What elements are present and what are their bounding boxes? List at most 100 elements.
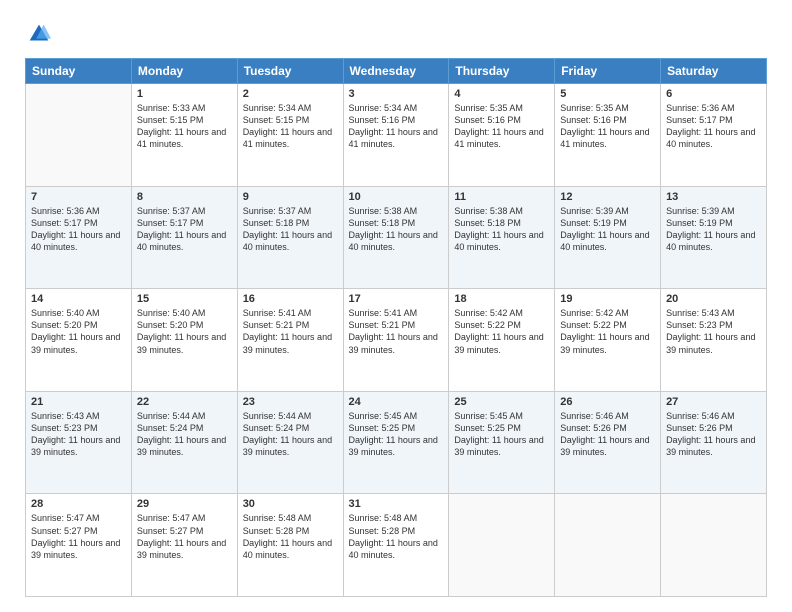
- column-header-sunday: Sunday: [26, 59, 132, 84]
- day-info: Sunrise: 5:35 AMSunset: 5:16 PMDaylight:…: [560, 102, 655, 151]
- calendar-cell: [661, 494, 767, 597]
- column-header-tuesday: Tuesday: [237, 59, 343, 84]
- day-info: Sunrise: 5:46 AMSunset: 5:26 PMDaylight:…: [666, 410, 761, 459]
- calendar-cell: 22 Sunrise: 5:44 AMSunset: 5:24 PMDayligh…: [131, 391, 237, 494]
- header: [25, 20, 767, 48]
- day-number: 14: [31, 293, 126, 305]
- day-info: Sunrise: 5:38 AMSunset: 5:18 PMDaylight:…: [454, 205, 549, 254]
- day-number: 12: [560, 191, 655, 203]
- column-header-saturday: Saturday: [661, 59, 767, 84]
- day-info: Sunrise: 5:46 AMSunset: 5:26 PMDaylight:…: [560, 410, 655, 459]
- day-number: 4: [454, 88, 549, 100]
- calendar-cell: 27 Sunrise: 5:46 AMSunset: 5:26 PMDayligh…: [661, 391, 767, 494]
- calendar-cell: 29Sunrise: 5:47 AMSunset: 5:27 PMDayligh…: [131, 494, 237, 597]
- day-number: 3: [349, 88, 444, 100]
- calendar-cell: 3 Sunrise: 5:34 AMSunset: 5:16 PMDaylight…: [343, 84, 449, 187]
- day-info: Sunrise: 5:48 AMSunset: 5:28 PMDaylight:…: [349, 512, 444, 561]
- day-info: Sunrise: 5:36 AMSunset: 5:17 PMDaylight:…: [666, 102, 761, 151]
- day-info: Sunrise: 5:33 AMSunset: 5:15 PMDaylight:…: [137, 102, 232, 151]
- calendar-cell: 2 Sunrise: 5:34 AMSunset: 5:15 PMDaylight…: [237, 84, 343, 187]
- calendar-cell: 8 Sunrise: 5:37 AMSunset: 5:17 PMDaylight…: [131, 186, 237, 289]
- calendar-cell: 28Sunrise: 5:47 AMSunset: 5:27 PMDayligh…: [26, 494, 132, 597]
- day-info: Sunrise: 5:48 AMSunset: 5:28 PMDaylight:…: [243, 512, 338, 561]
- day-info: Sunrise: 5:37 AMSunset: 5:17 PMDaylight:…: [137, 205, 232, 254]
- day-info: Sunrise: 5:36 AMSunset: 5:17 PMDaylight:…: [31, 205, 126, 254]
- day-info: Sunrise: 5:42 AMSunset: 5:22 PMDaylight:…: [560, 307, 655, 356]
- day-info: Sunrise: 5:38 AMSunset: 5:18 PMDaylight:…: [349, 205, 444, 254]
- calendar-cell: 14 Sunrise: 5:40 AMSunset: 5:20 PMDayligh…: [26, 289, 132, 392]
- day-number: 15: [137, 293, 232, 305]
- day-info: Sunrise: 5:39 AMSunset: 5:19 PMDaylight:…: [560, 205, 655, 254]
- logo-icon: [25, 20, 53, 48]
- day-number: 5: [560, 88, 655, 100]
- calendar-cell: 19Sunrise: 5:42 AMSunset: 5:22 PMDayligh…: [555, 289, 661, 392]
- calendar-cell: [26, 84, 132, 187]
- day-number: 10: [349, 191, 444, 203]
- day-number: 11: [454, 191, 549, 203]
- calendar-cell: 25 Sunrise: 5:45 AMSunset: 5:25 PMDayligh…: [449, 391, 555, 494]
- day-info: Sunrise: 5:40 AMSunset: 5:20 PMDaylight:…: [31, 307, 126, 356]
- calendar-cell: [555, 494, 661, 597]
- day-info: Sunrise: 5:39 AMSunset: 5:19 PMDaylight:…: [666, 205, 761, 254]
- calendar-cell: 6Sunrise: 5:36 AMSunset: 5:17 PMDaylight…: [661, 84, 767, 187]
- day-info: Sunrise: 5:42 AMSunset: 5:22 PMDaylight:…: [454, 307, 549, 356]
- calendar-cell: 1 Sunrise: 5:33 AMSunset: 5:15 PMDaylight…: [131, 84, 237, 187]
- day-number: 25: [454, 396, 549, 408]
- page: SundayMondayTuesdayWednesdayThursdayFrid…: [0, 0, 792, 612]
- calendar-cell: 31 Sunrise: 5:48 AMSunset: 5:28 PMDayligh…: [343, 494, 449, 597]
- column-header-monday: Monday: [131, 59, 237, 84]
- logo: [25, 20, 57, 48]
- calendar-cell: 5 Sunrise: 5:35 AMSunset: 5:16 PMDaylight…: [555, 84, 661, 187]
- day-number: 1: [137, 88, 232, 100]
- day-info: Sunrise: 5:43 AMSunset: 5:23 PMDaylight:…: [666, 307, 761, 356]
- day-number: 8: [137, 191, 232, 203]
- day-number: 17: [349, 293, 444, 305]
- day-number: 16: [243, 293, 338, 305]
- calendar-cell: 15 Sunrise: 5:40 AMSunset: 5:20 PMDayligh…: [131, 289, 237, 392]
- calendar-cell: 12 Sunrise: 5:39 AMSunset: 5:19 PMDayligh…: [555, 186, 661, 289]
- calendar-cell: 26 Sunrise: 5:46 AMSunset: 5:26 PMDayligh…: [555, 391, 661, 494]
- day-info: Sunrise: 5:44 AMSunset: 5:24 PMDaylight:…: [137, 410, 232, 459]
- day-number: 9: [243, 191, 338, 203]
- day-info: Sunrise: 5:45 AMSunset: 5:25 PMDaylight:…: [454, 410, 549, 459]
- calendar-cell: 11 Sunrise: 5:38 AMSunset: 5:18 PMDayligh…: [449, 186, 555, 289]
- day-number: 29: [137, 498, 232, 510]
- calendar-cell: 7 Sunrise: 5:36 AMSunset: 5:17 PMDaylight…: [26, 186, 132, 289]
- day-number: 22: [137, 396, 232, 408]
- day-number: 13: [666, 191, 761, 203]
- calendar-cell: 21 Sunrise: 5:43 AMSunset: 5:23 PMDayligh…: [26, 391, 132, 494]
- calendar-cell: 30 Sunrise: 5:48 AMSunset: 5:28 PMDayligh…: [237, 494, 343, 597]
- calendar-cell: 18 Sunrise: 5:42 AMSunset: 5:22 PMDayligh…: [449, 289, 555, 392]
- day-number: 21: [31, 396, 126, 408]
- day-info: Sunrise: 5:45 AMSunset: 5:25 PMDaylight:…: [349, 410, 444, 459]
- day-number: 2: [243, 88, 338, 100]
- column-header-wednesday: Wednesday: [343, 59, 449, 84]
- calendar-cell: 24 Sunrise: 5:45 AMSunset: 5:25 PMDayligh…: [343, 391, 449, 494]
- calendar-cell: 10 Sunrise: 5:38 AMSunset: 5:18 PMDayligh…: [343, 186, 449, 289]
- calendar-table: SundayMondayTuesdayWednesdayThursdayFrid…: [25, 58, 767, 597]
- calendar-cell: 4 Sunrise: 5:35 AMSunset: 5:16 PMDaylight…: [449, 84, 555, 187]
- day-number: 7: [31, 191, 126, 203]
- day-number: 30: [243, 498, 338, 510]
- calendar-cell: 23 Sunrise: 5:44 AMSunset: 5:24 PMDayligh…: [237, 391, 343, 494]
- day-info: Sunrise: 5:44 AMSunset: 5:24 PMDaylight:…: [243, 410, 338, 459]
- day-info: Sunrise: 5:43 AMSunset: 5:23 PMDaylight:…: [31, 410, 126, 459]
- day-number: 31: [349, 498, 444, 510]
- day-info: Sunrise: 5:37 AMSunset: 5:18 PMDaylight:…: [243, 205, 338, 254]
- calendar-cell: 20Sunrise: 5:43 AMSunset: 5:23 PMDayligh…: [661, 289, 767, 392]
- day-info: Sunrise: 5:34 AMSunset: 5:15 PMDaylight:…: [243, 102, 338, 151]
- calendar-cell: [449, 494, 555, 597]
- column-header-thursday: Thursday: [449, 59, 555, 84]
- day-info: Sunrise: 5:40 AMSunset: 5:20 PMDaylight:…: [137, 307, 232, 356]
- day-info: Sunrise: 5:35 AMSunset: 5:16 PMDaylight:…: [454, 102, 549, 151]
- calendar-cell: 9 Sunrise: 5:37 AMSunset: 5:18 PMDaylight…: [237, 186, 343, 289]
- day-number: 27: [666, 396, 761, 408]
- day-number: 28: [31, 498, 126, 510]
- day-number: 23: [243, 396, 338, 408]
- day-number: 24: [349, 396, 444, 408]
- calendar-cell: 16Sunrise: 5:41 AMSunset: 5:21 PMDayligh…: [237, 289, 343, 392]
- day-number: 18: [454, 293, 549, 305]
- day-info: Sunrise: 5:34 AMSunset: 5:16 PMDaylight:…: [349, 102, 444, 151]
- day-info: Sunrise: 5:41 AMSunset: 5:21 PMDaylight:…: [349, 307, 444, 356]
- day-number: 26: [560, 396, 655, 408]
